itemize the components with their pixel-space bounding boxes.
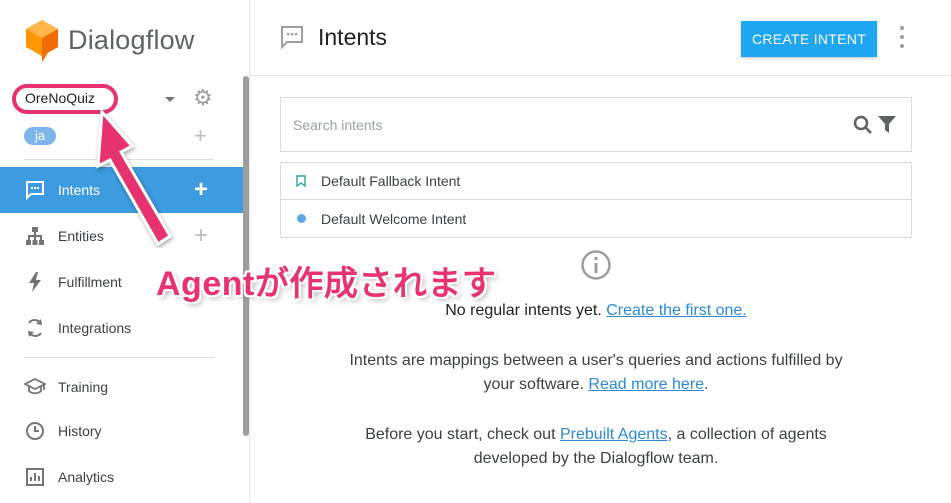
more-options-icon[interactable] xyxy=(898,26,906,48)
info-icon xyxy=(580,249,612,286)
entities-icon xyxy=(24,225,46,247)
add-intent-icon[interactable]: + xyxy=(194,178,208,202)
brand[interactable]: Dialogflow xyxy=(24,16,195,64)
page-title: Intents xyxy=(318,24,388,50)
prebuilt-line-1: Before you start, check out Prebuilt Age… xyxy=(280,426,912,444)
language-badge[interactable]: ja xyxy=(24,127,56,145)
search-input[interactable] xyxy=(293,112,813,138)
page-header: Intents CREATE INTENT xyxy=(250,0,951,76)
annotation-arrow-icon xyxy=(96,108,173,247)
prebuilt-line-2: developed by the Dialogflow team. xyxy=(473,450,719,467)
agent-name[interactable]: OreNoQuiz xyxy=(25,90,95,106)
sidebar-item-label: History xyxy=(58,423,102,439)
chat-icon xyxy=(24,179,46,201)
add-entity-icon[interactable]: + xyxy=(194,224,208,248)
gear-icon[interactable]: ⚙ xyxy=(193,87,213,109)
search-icon[interactable] xyxy=(853,115,873,140)
intent-marker xyxy=(281,214,321,223)
sidebar-item-label: Integrations xyxy=(58,320,132,336)
sidebar-item-label: Analytics xyxy=(58,469,115,485)
chat-icon xyxy=(280,25,304,54)
sidebar-item-label: Fulfillment xyxy=(58,274,122,290)
read-more-link[interactable]: Read more here xyxy=(588,376,704,393)
brand-name: Dialogflow xyxy=(68,24,195,55)
bookmark-icon xyxy=(281,175,321,187)
status-dot xyxy=(296,214,306,223)
list-item[interactable]: Default Welcome Intent xyxy=(281,200,911,237)
create-intent-button[interactable]: CREATE INTENT xyxy=(741,21,877,57)
sidebar-item-history[interactable]: History xyxy=(0,408,243,454)
sync-icon xyxy=(24,317,46,339)
description-line-1: Intents are mappings between a user's qu… xyxy=(349,352,843,369)
create-first-link[interactable]: Create the first one. xyxy=(606,302,747,319)
prebuilt-agents-link[interactable]: Prebuilt Agents xyxy=(560,426,668,443)
search-bar xyxy=(280,97,912,152)
intent-name: Default Welcome Intent xyxy=(321,210,467,227)
filter-icon[interactable] xyxy=(878,116,896,139)
list-item[interactable]: Default Fallback Intent xyxy=(281,163,911,200)
sidebar-item-analytics[interactable]: Analytics xyxy=(0,454,243,500)
sidebar-item-integrations[interactable]: Integrations xyxy=(0,305,243,351)
chevron-down-icon[interactable] xyxy=(165,97,175,102)
dialogflow-logo-icon xyxy=(26,20,58,62)
graduation-cap-icon xyxy=(24,376,46,398)
sidebar-item-training[interactable]: Training xyxy=(0,364,243,410)
prebuilt-text: Before you start, check out xyxy=(365,426,556,443)
description-period: . xyxy=(704,376,709,393)
sidebar: Dialogflow OreNoQuiz ⚙ ja + Intents + En… xyxy=(0,0,250,503)
description-line-2: your software. Read more here. xyxy=(280,376,912,394)
prebuilt-suffix: , a collection of agents xyxy=(667,426,827,443)
sidebar-item-label: Training xyxy=(58,379,109,395)
clock-icon xyxy=(24,420,46,442)
description-text: your software. xyxy=(483,376,584,393)
add-language-icon[interactable]: + xyxy=(194,125,207,147)
intent-list: Default Fallback Intent Default Welcome … xyxy=(280,162,912,238)
annotation-callout: Agentが作成されます xyxy=(156,265,497,303)
chart-icon xyxy=(24,466,46,488)
intent-name: Default Fallback Intent xyxy=(321,173,461,189)
bolt-icon xyxy=(24,271,46,293)
divider xyxy=(24,357,214,358)
